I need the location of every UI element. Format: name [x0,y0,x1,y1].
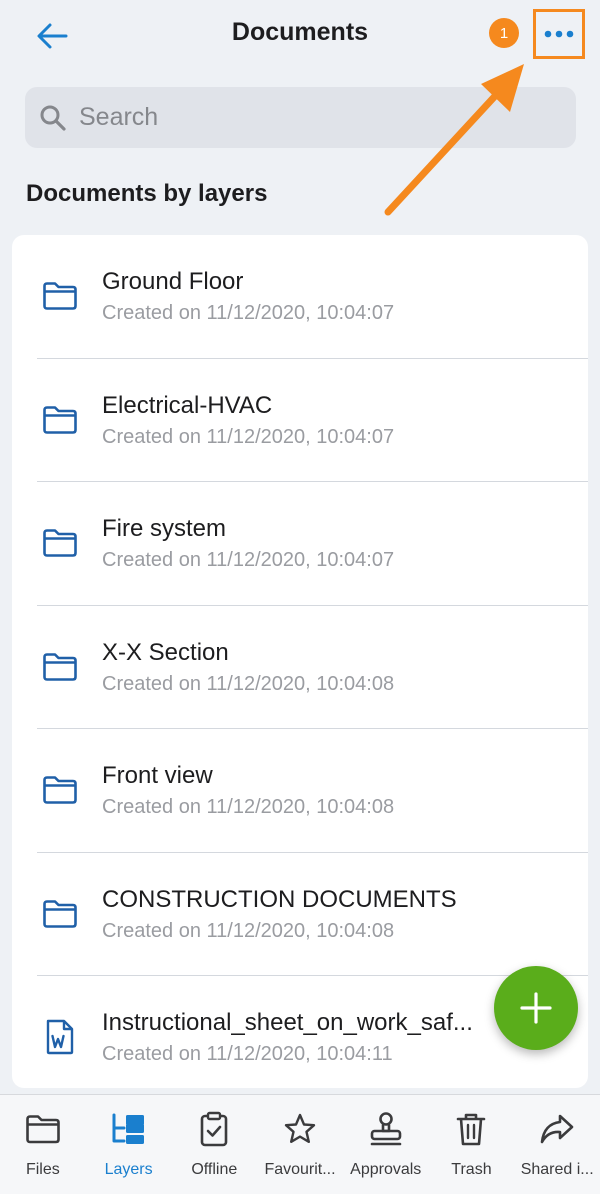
tab-label: Layers [104,1161,153,1178]
tab-shared[interactable]: Shared i... [514,1095,600,1194]
document-date: Created on 11/12/2020, 10:04:07 [102,302,395,324]
tab-label: Approvals [350,1161,422,1178]
tab-label: Offline [191,1161,238,1178]
document-name: Ground Floor [102,268,244,295]
document-date: Created on 11/12/2020, 10:04:07 [102,425,395,448]
star-icon [280,1109,320,1149]
document-name: Instructional_sheet_on_work_saf... [102,1009,473,1036]
section-title: Documents by layers [26,180,268,207]
document-date: Created on 11/12/2020, 10:04:08 [102,796,395,818]
ellipsis-icon [544,30,574,38]
stamp-icon [366,1109,406,1149]
list-item[interactable]: X-X Section Created on 11/12/2020, 10:04… [12,606,588,730]
share-icon [537,1109,577,1149]
folder-icon [41,524,79,562]
layers-icon [109,1109,149,1149]
search-input[interactable] [79,103,539,132]
list-item[interactable]: Fire system Created on 11/12/2020, 10:04… [12,482,588,606]
tab-trash[interactable]: Trash [429,1095,515,1194]
folder-icon [41,401,79,439]
tab-label: Favourit... [264,1161,336,1178]
folder-outline-icon [23,1109,63,1149]
trash-icon [451,1109,491,1149]
folder-icon [41,895,79,933]
document-date: Created on 11/12/2020, 10:04:08 [102,672,395,695]
document-name: X-X Section [102,638,229,666]
tab-layers[interactable]: Layers [86,1095,172,1194]
folder-icon [41,277,79,315]
tab-favourites[interactable]: Favourit... [257,1095,343,1194]
list-item[interactable]: Electrical-HVAC Created on 11/12/2020, 1… [12,359,588,483]
list-item[interactable]: Front view Created on 11/12/2020, 10:04:… [12,729,588,853]
document-name: CONSTRUCTION DOCUMENTS [102,885,457,913]
document-date: Created on 11/12/2020, 10:04:11 [102,1043,393,1065]
bottom-tab-bar: Files Layers Offline Favourit... Approva… [0,1094,600,1194]
plus-icon [520,992,552,1024]
folder-icon [41,771,79,809]
document-name: Fire system [102,515,227,542]
more-options-button[interactable] [533,9,585,59]
add-button[interactable] [494,966,578,1050]
folder-icon [41,648,79,686]
top-bar: Documents 1 [0,0,600,72]
tab-label: Trash [451,1161,492,1178]
list-item[interactable]: CONSTRUCTION DOCUMENTS Created on 11/12/… [12,853,588,977]
search-icon [40,105,66,131]
search-bar[interactable] [25,87,576,148]
word-file-icon [41,1018,79,1056]
tab-label: Shared i... [520,1161,594,1178]
document-name: Electrical-HVAC [102,391,273,419]
clipboard-check-icon [194,1109,234,1149]
document-date: Created on 11/12/2020, 10:04:07 [102,549,395,571]
tab-offline[interactable]: Offline [171,1095,257,1194]
list-item[interactable]: Ground Floor Created on 11/12/2020, 10:0… [12,235,588,359]
document-date: Created on 11/12/2020, 10:04:08 [102,919,395,942]
document-list: Ground Floor Created on 11/12/2020, 10:0… [12,235,588,1088]
tab-approvals[interactable]: Approvals [343,1095,429,1194]
step-badge: 1 [489,18,519,48]
tab-files[interactable]: Files [0,1095,86,1194]
tab-label: Files [25,1161,60,1178]
document-name: Front view [102,762,213,789]
